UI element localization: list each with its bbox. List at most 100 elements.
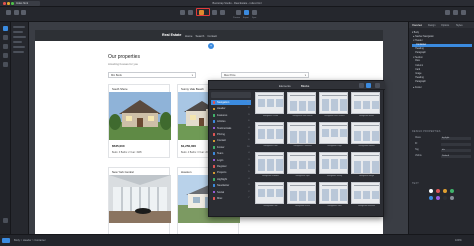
block-thumbnail[interactable]: Navigation Minimal [351,182,380,207]
block-category-item[interactable]: Features 9 [211,113,251,118]
export-icon[interactable] [244,10,249,15]
preferences-icon[interactable] [3,218,8,223]
property-card[interactable]: South Shore $535,000 Beds: 3 Baths: 2 Ye… [108,84,171,158]
tree-node[interactable]: Image [412,73,421,76]
preview-icon[interactable] [236,10,241,15]
block-thumbnail[interactable]: Navigation Split [287,152,316,177]
section-heading[interactable]: Our properties [108,54,140,60]
document-tab[interactable]: Index.html [14,1,40,6]
list-view-icon[interactable] [359,82,364,88]
fonts-icon[interactable] [3,53,8,58]
file-item[interactable] [13,31,23,33]
block-thumbnail[interactable]: Navigation Tabs [319,182,348,207]
site-brand[interactable]: Real Estate [162,33,181,37]
section-subheading[interactable]: Amazing houses for you [108,62,138,66]
block-category-item[interactable]: Team 4 [211,151,251,156]
tab-design[interactable]: Design [428,24,435,27]
site-navbar[interactable]: Real Estate Home Search Contact [35,30,383,41]
tree-node[interactable]: ▾ Body [412,31,419,34]
account-icon[interactable] [461,10,466,15]
nav-link-search[interactable]: Search [195,34,204,38]
undo-icon[interactable] [14,10,19,15]
color-swatch[interactable] [443,196,447,200]
blocks-search-input[interactable] [211,92,251,98]
block-category-item[interactable]: Contact 6 [211,138,251,143]
device-pill[interactable] [2,238,10,243]
tree-node[interactable]: Column [412,65,423,68]
tree-node[interactable]: Paragraph [412,52,426,55]
block-category-item[interactable]: Navigation 12 [211,100,251,105]
sync-icon[interactable] [252,10,257,15]
block-category-item[interactable]: Pricing 5 [211,132,251,137]
tab-styles[interactable]: Styles [456,24,463,27]
files-icon[interactable] [3,35,8,40]
add-element-handle[interactable]: + [208,43,214,49]
close-window-icon[interactable] [3,2,6,5]
block-category-item[interactable]: Social 2 [211,190,251,195]
block-category-item[interactable]: Register 3 [211,164,251,169]
nav-link-home[interactable]: Home [185,34,192,38]
tree-node[interactable]: ▾ Header [412,39,422,42]
wide-view-icon[interactable] [212,10,217,15]
color-swatch[interactable] [443,189,447,193]
grid-view-icon[interactable] [366,82,371,88]
components-icon[interactable] [3,44,8,49]
tab-blocks[interactable]: Blocks [301,84,309,88]
block-category-item[interactable]: Footer 10 [211,145,251,150]
tab-overview[interactable]: Overview [412,24,422,27]
block-thumbnail[interactable]: Navigation Sticky [319,152,348,177]
nav-link-contact[interactable]: Contact [207,34,217,38]
tree-node[interactable]: Container [412,43,472,47]
block-category-item[interactable]: Projects 5 [211,170,251,175]
color-swatch[interactable] [450,196,454,200]
color-swatch[interactable] [429,189,433,193]
block-thumbnail[interactable]: Navigation Clean [255,92,284,117]
block-thumbnail[interactable]: Navigation Icons [287,182,316,207]
tree-node[interactable]: Card [412,69,420,72]
block-thumbnail[interactable]: Navigation Pills [255,182,284,207]
block-thumbnail[interactable]: Navigation with Search [319,92,348,117]
block-category-item[interactable]: Highlight 4 [211,177,251,182]
file-item[interactable] [13,41,22,43]
block-thumbnail[interactable]: Navigation Sidebar [255,152,284,177]
settings-icon[interactable] [445,10,450,15]
tablet-view-icon[interactable] [188,10,193,15]
tab-options[interactable]: Options [441,24,449,27]
design-icon[interactable] [3,26,8,31]
tree-node[interactable]: Paragraph [412,81,426,84]
file-item[interactable] [13,36,26,38]
block-category-item[interactable]: Header 8 [211,106,251,111]
property-field[interactable]: bg-light [441,136,471,140]
close-icon[interactable] [375,82,380,88]
property-field[interactable] [441,142,471,146]
zoom-level[interactable]: 100% [455,239,462,242]
tree-node[interactable]: Heading [412,48,424,51]
color-swatch[interactable] [429,196,433,200]
redo-icon[interactable] [21,10,26,15]
block-thumbnail[interactable]: Navigation Logo [319,122,348,147]
property-card[interactable]: New York Central [108,167,171,234]
block-category-item[interactable]: Newsletter 3 [211,183,251,188]
help-icon[interactable] [453,10,458,15]
images-icon[interactable] [3,62,8,67]
block-category-item[interactable]: Testimonials 4 [211,126,251,131]
file-item[interactable] [13,46,25,48]
breadcrumb[interactable]: Body > Header > Container [14,239,46,242]
block-thumbnail[interactable]: Navigation Centered [287,122,316,147]
block-thumbnail[interactable]: Navigation Basic [351,92,380,117]
block-thumbnail[interactable]: Navigation with Button [287,92,316,117]
block-category-item[interactable]: Articles 6 [211,119,251,124]
color-swatch[interactable] [436,196,440,200]
color-swatch[interactable] [450,189,454,193]
tree-node[interactable]: ▸ Navbar Navigation [412,35,434,38]
block-thumbnail[interactable]: Navigation Boxed [351,122,380,147]
minimize-window-icon[interactable] [7,2,10,5]
tree-node[interactable]: ▸ Footer [412,86,421,89]
file-item[interactable] [13,26,25,28]
tree-node[interactable]: ▾ Section [412,56,422,59]
property-field[interactable]: Default [441,154,471,158]
block-thumbnail[interactable]: Navigation Dark [255,122,284,147]
color-swatch[interactable] [436,189,440,193]
property-field[interactable]: div [441,148,471,152]
block-category-item[interactable]: Login 3 [211,158,251,163]
